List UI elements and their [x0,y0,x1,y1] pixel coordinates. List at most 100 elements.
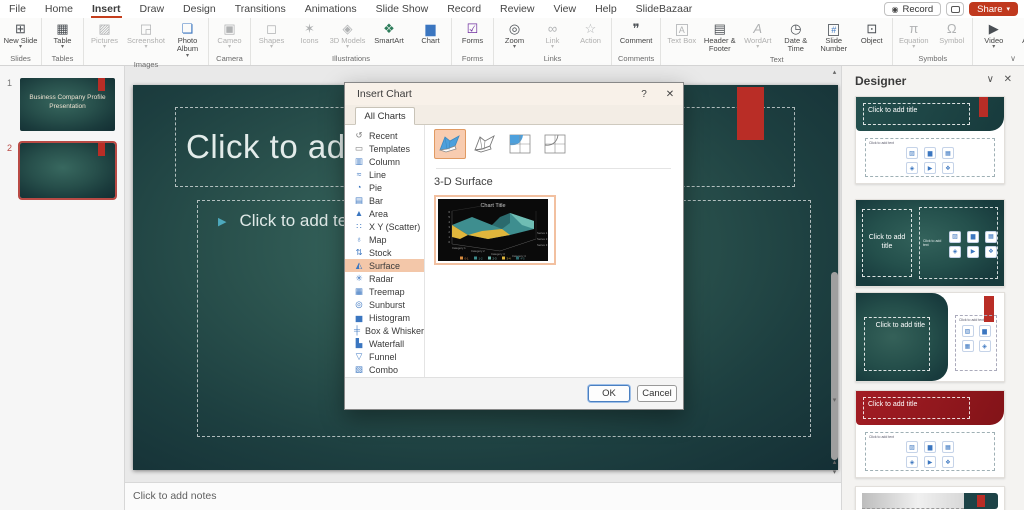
menu-animations[interactable]: Animations [304,1,358,17]
comment-button[interactable]: ❞ Comment [614,20,658,45]
picture-placeholder-icon: ▨ [906,147,918,159]
menu-file[interactable]: File [8,1,27,17]
chart-type-area[interactable]: ▲ Area [345,207,424,220]
notes-pane[interactable]: Click to add notes [125,482,841,510]
chart-type-templates[interactable]: ▭ Templates [345,142,424,155]
table-button[interactable]: ▦ Table ▾ [44,20,81,51]
design-suggestion-5[interactable] [855,486,1005,510]
menu-insert[interactable]: Insert [90,1,122,18]
design-suggestion-1[interactable]: Click to add title Click to add text ▨ ▆… [855,96,1005,184]
header-footer-button[interactable]: ▤ Header & Footer [701,20,738,54]
chart-type-treemap[interactable]: ▦ Treemap [345,285,424,298]
menu-help[interactable]: Help [594,1,618,17]
forms-button[interactable]: ☑ Forms [454,20,491,45]
help-icon[interactable]: ? [631,89,657,100]
previous-slide-icon[interactable]: ▴ [828,458,841,466]
slide-number-button[interactable]: # Slide Number [815,20,852,54]
ok-button[interactable]: OK [588,385,630,402]
chart-type-scatter[interactable]: ∷ X Y (Scatter) [345,220,424,233]
comments-button[interactable] [946,2,965,16]
subtype-wireframe-contour[interactable] [539,129,571,159]
photo-album-button[interactable]: ❏ Photo Album ▾ [169,20,206,59]
design-suggestion-2[interactable]: Click to add title Click to add text ▨ ▆… [855,199,1005,287]
slide-thumbnail-2[interactable] [18,141,117,200]
red-accent-shape[interactable] [737,87,764,140]
waterfall-chart-icon: ▙ [355,338,363,348]
menu-slide-show[interactable]: Slide Show [375,1,430,17]
screenshot-icon: ◲ [139,21,153,36]
chart-type-column[interactable]: ▥ Column [345,155,424,168]
video-button[interactable]: ▶ Video ▾ [975,20,1012,51]
chart-type-recent[interactable]: ↺ Recent [345,129,424,142]
video-placeholder-icon: ▶ [967,245,979,258]
subtype-contour[interactable] [504,129,536,159]
chevron-down-icon[interactable]: ∨ [987,74,994,85]
recent-icon: ↺ [355,130,363,140]
text-box-icon: A [675,24,688,36]
slide-thumbnail-1[interactable]: Business Company Profile Presentation [20,78,115,131]
chart-type-funnel[interactable]: ▽ Funnel [345,350,424,363]
chart-type-waterfall[interactable]: ▙ Waterfall [345,337,424,350]
surface-chart-icon: ◭ [355,260,363,270]
object-button[interactable]: ⊡ Object [853,20,890,45]
ribbon-group-tables: ▦ Table ▾ Tables [42,18,84,65]
share-dropdown-icon: ▾ [1006,5,1010,13]
zoom-button[interactable]: ◎ Zoom ▾ [496,20,533,51]
scrollbar-thumb[interactable] [831,272,838,460]
chart-type-stock[interactable]: ⇅ Stock [345,246,424,259]
design-suggestion-3[interactable]: Click to add title Click to add text ▨ ▆… [855,292,1005,382]
dropdown-arrow-icon: ▾ [992,44,996,51]
svg-text:4: 4 [448,220,450,224]
title-placeholder-mini: Click to add title [864,317,930,371]
vertical-scrollbar: ▴ ▾ ▴ ▾ [828,66,841,482]
chart-type-combo[interactable]: ▧ Combo [345,363,424,376]
smartart-placeholder-icon: ❖ [942,162,954,174]
menu-home[interactable]: Home [44,1,74,17]
svg-text:5: 5 [448,215,450,219]
chart-placeholder-icon: ▆ [924,147,936,159]
subtype-3d-surface[interactable] [434,129,466,159]
chart-type-map[interactable]: ♁ Map [345,233,424,246]
audio-button[interactable]: ♪ Audio ▾ [1013,20,1024,50]
chart-type-surface[interactable]: ◭ Surface [345,259,424,272]
menu-record[interactable]: Record [446,1,482,17]
menu-design[interactable]: Design [182,1,217,17]
share-button[interactable]: Share ▾ [969,2,1018,16]
chart-type-histogram[interactable]: ▅ Histogram [345,311,424,324]
smartart-button[interactable]: ❖ SmartArt [367,20,411,45]
menu-view[interactable]: View [552,1,577,17]
sunburst-chart-icon: ◎ [355,299,363,309]
svg-text:Category 2: Category 2 [471,249,485,253]
menu-draw[interactable]: Draw [139,1,166,17]
subtype-wireframe-3d-surface[interactable] [469,129,501,159]
close-icon[interactable]: ✕ [1004,74,1012,85]
chart-button[interactable]: ▆ Chart [412,20,449,45]
chart-type-pie[interactable]: ◔ Pie [345,181,424,194]
chart-type-sunburst[interactable]: ◎ Sunburst [345,298,424,311]
3d-surface-icon [439,135,460,153]
tab-all-charts[interactable]: All Charts [355,107,415,125]
new-slide-button[interactable]: ⊞ New Slide ▾ [2,20,39,51]
scroll-down-icon[interactable]: ▾ [828,396,841,404]
menu-transitions[interactable]: Transitions [234,1,287,17]
chart-preview-card[interactable]: Chart Title 6 5 4 3 2 1 0 Category 1 Cat… [434,195,556,265]
date-time-button[interactable]: ◷ Date & Time [777,20,814,54]
collapse-ribbon-icon[interactable]: ∨ [1010,54,1016,63]
dialog-footer: OK Cancel [345,377,683,409]
next-slide-icon[interactable]: ▾ [828,468,841,476]
menu-slidebazaar[interactable]: SlideBazaar [635,1,694,17]
close-icon[interactable]: ✕ [657,89,683,100]
menu-review[interactable]: Review [499,1,535,17]
svg-text:Series 3: Series 3 [537,243,548,247]
scroll-up-icon[interactable]: ▴ [828,68,841,76]
cancel-button[interactable]: Cancel [637,385,677,402]
chart-type-radar[interactable]: ✳ Radar [345,272,424,285]
design-suggestion-4[interactable]: Click to add title Click to add text ▨ ▆… [855,390,1005,478]
chart-type-line[interactable]: ≈ Line [345,168,424,181]
chart-type-bar[interactable]: ▤ Bar [345,194,424,207]
chart-type-box-whisker[interactable]: ╪ Box & Whisker [345,324,424,337]
area-chart-icon: ▲ [354,208,364,218]
record-button[interactable]: ◉ Record [883,2,942,16]
dropdown-arrow-icon: ▾ [756,44,760,51]
templates-icon: ▭ [354,143,364,153]
